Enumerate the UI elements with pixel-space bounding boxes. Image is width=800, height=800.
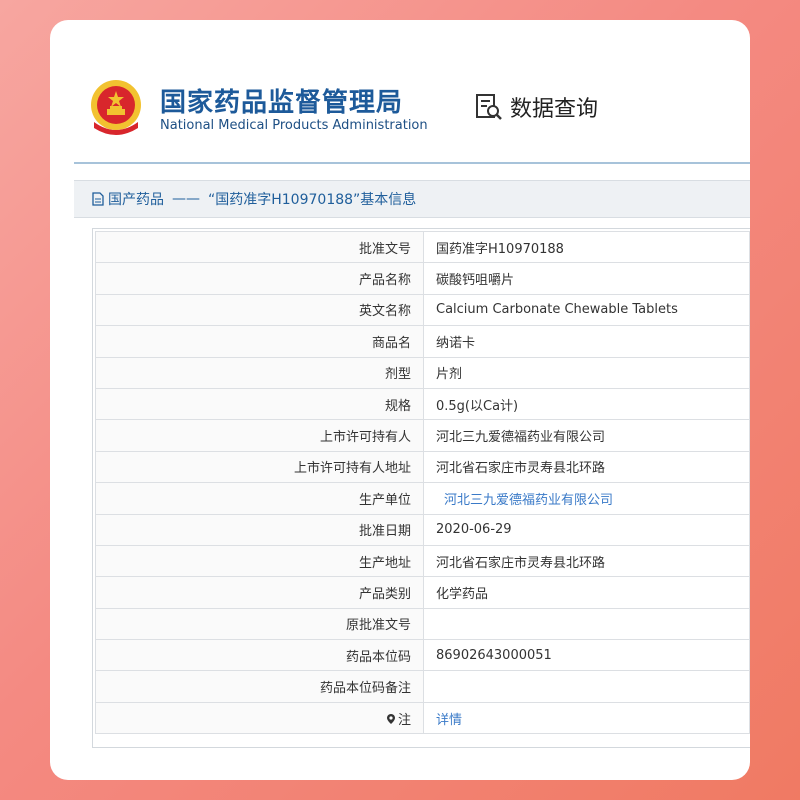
table-row: 规格 0.5g(以Ca计) [95,387,750,421]
table-row: 英文名称 Calcium Carbonate Chewable Tablets [95,293,750,327]
table-row: 商品名 纳诺卡 [95,325,750,358]
row-value: 纳诺卡 [423,325,750,358]
row-label: 药品本位码 [95,639,424,672]
row-label: 剂型 [95,356,424,389]
national-emblem-icon [91,80,141,135]
row-value: 国药准字H10970188 [423,230,750,264]
table-row: 原批准文号 [95,607,750,641]
table-row: 生产单位 河北三九爱德福药业有限公司 [95,482,750,515]
row-value: 河北省石家庄市灵寿县北环路 [423,544,750,578]
row-value: 2020-06-29 [423,513,750,546]
table-row: 生产地址 河北省石家庄市灵寿县北环路 [95,544,750,578]
row-value [423,607,750,641]
location-pin-icon [386,713,395,724]
row-value: 86902643000051 [423,639,750,672]
table-row: 注 详情 [95,701,750,735]
site-header: 国家药品监督管理局 National Medical Products Admi… [74,20,750,164]
table-row: 产品类别 化学药品 [95,576,750,609]
row-label: 生产单位 [95,482,424,515]
row-value: Calcium Carbonate Chewable Tablets [423,293,750,327]
data-search-icon [476,94,502,120]
row-label: 原批准文号 [95,607,424,641]
row-label: 规格 [95,387,424,421]
row-value: 片剂 [423,356,750,389]
table-row: 上市许可持有人 河北三九爱德福药业有限公司 [95,419,750,452]
row-label-note: 注 [95,701,424,735]
manufacturer-link[interactable]: 河北三九爱德福药业有限公司 [423,482,750,515]
row-value: 河北三九爱德福药业有限公司 [423,419,750,452]
table-row: 剂型 片剂 [95,356,750,389]
row-label: 产品名称 [95,262,424,295]
row-label: 生产地址 [95,544,424,578]
row-value: 河北省石家庄市灵寿县北环路 [423,450,750,484]
row-value [423,670,750,703]
table-row: 批准文号 国药准字H10970188 [95,230,750,264]
data-query-label: 数据查询 [510,97,599,122]
table-row: 药品本位码备注 [95,670,750,703]
section-title-bar: 国产药品 —— “国药准字H10970188”基本信息 [74,180,750,218]
content-card: 国家药品监督管理局 National Medical Products Admi… [50,20,750,780]
note-label: 注 [397,712,411,728]
row-label: 药品本位码备注 [95,670,424,703]
breadcrumb-separator: —— [172,191,200,207]
row-label: 产品类别 [95,576,424,609]
row-label: 商品名 [95,325,424,358]
table-row: 批准日期 2020-06-29 [95,513,750,546]
row-value: 化学药品 [423,576,750,609]
agency-name-cn: 国家药品监督管理局 [160,88,404,118]
row-label: 批准文号 [95,230,424,264]
section-title: “国药准字H10970188”基本信息 [208,192,417,208]
row-label: 批准日期 [95,513,424,546]
row-value: 0.5g(以Ca计) [423,387,750,421]
breadcrumb-category[interactable]: 国产药品 [108,189,164,209]
row-label: 上市许可持有人 [95,419,424,452]
details-link[interactable]: 详情 [423,701,750,735]
data-query-link[interactable]: 数据查询 [474,90,598,124]
table-row: 上市许可持有人地址 河北省石家庄市灵寿县北环路 [95,450,750,484]
drug-info-table: 批准文号 国药准字H10970188 产品名称 碳酸钙咀嚼片 英文名称 Calc… [92,228,750,748]
row-label: 上市许可持有人地址 [95,450,424,484]
table-row: 药品本位码 86902643000051 [95,639,750,672]
document-icon [92,192,104,206]
table-row: 产品名称 碳酸钙咀嚼片 [95,262,750,295]
row-value: 碳酸钙咀嚼片 [423,262,750,295]
agency-name-en: National Medical Products Administration [160,118,428,133]
row-label: 英文名称 [95,293,424,327]
